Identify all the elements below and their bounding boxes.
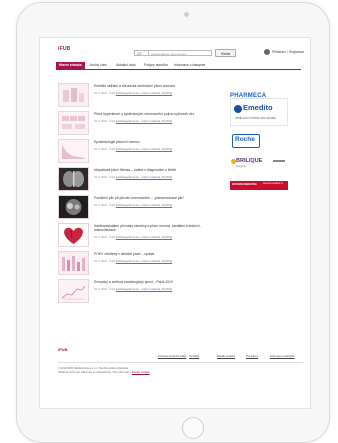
brilique-ad[interactable]: BRILIQUE ticagrelor [230, 156, 288, 178]
home-button[interactable] [182, 417, 204, 439]
list-item[interactable]: Epidemiologie plicních nemocí 26. 5. 201… [58, 139, 208, 167]
article-thumbnail[interactable] [58, 139, 89, 163]
article-thumbnail[interactable] [58, 167, 89, 191]
astrazeneca-mark-icon [273, 160, 285, 162]
site-logo[interactable]: iFUB [58, 46, 70, 52]
footer-link-contacts[interactable]: Kontakty [189, 355, 199, 358]
tab-author-guidelines[interactable]: Pokyny autorům [144, 62, 168, 69]
article-thumbnail[interactable] [58, 111, 89, 135]
footer-link-journal-info[interactable]: Informace o časopise [270, 355, 295, 358]
article-meta: 26. 5. 2019 · Číslo Kardiologická revue … [94, 236, 173, 239]
tab-current-issue[interactable]: Aktuální číslo [116, 62, 136, 69]
interni-medicina-banner[interactable]: INTERNÍ MEDICÍNA www.iim-medicin.cz [230, 181, 288, 190]
article-thumbnail[interactable] [58, 83, 89, 107]
article-meta: 26. 5. 2019 · Číslo Kardiologická revue … [94, 120, 173, 123]
footer-link-authors[interactable]: Pro autory [246, 355, 258, 358]
footer-cookie-link[interactable]: Zásady cookies [132, 371, 150, 374]
footer-divider [58, 362, 303, 363]
list-item[interactable]: Idiopatická plicní fibróza – úvaha o dia… [58, 167, 208, 195]
article-thumbnail[interactable] [58, 251, 89, 275]
main-nav: Hlavní stránka Archiv čísel Aktuální čís… [56, 61, 301, 70]
browser-screen: iFUB CZ Hledat článek nebo autora Hledat… [39, 37, 311, 409]
article-title[interactable]: Idiopatická plicní fibróza – úvaha o dia… [94, 168, 206, 172]
site-footer: iFUB Ochrana osobních údajů Kontakty Zás… [40, 341, 310, 408]
emedito-logo-icon [234, 105, 242, 113]
article-thumbnail[interactable] [58, 223, 89, 247]
tab-archive[interactable]: Archiv čísel [90, 62, 107, 69]
pharmeca-ad[interactable]: PHARMECA [230, 84, 288, 99]
tab-journal-info[interactable]: Informace o časopise [174, 62, 205, 69]
search-button[interactable]: Hledat [215, 49, 236, 57]
footer-logo[interactable]: iFUB [58, 347, 67, 352]
article-thumbnail[interactable] [58, 279, 89, 303]
article-title[interactable]: Evropský a světový kardiologický sjezd –… [94, 280, 206, 284]
tab-home[interactable]: Hlavní stránka [56, 62, 85, 69]
article-meta: 26. 5. 2019 · Číslo Kardiologická revue … [94, 288, 173, 291]
roche-ad[interactable]: Roche [230, 132, 288, 152]
list-item[interactable]: POKV ošetřeny v klinické praxi – zpráva … [58, 251, 208, 279]
list-item[interactable]: Erektilní selhání a chronická obstrukční… [58, 83, 208, 111]
article-title[interactable]: Plicní hypertenze u systémových onemocně… [94, 112, 206, 116]
article-meta: 26. 5. 2019 · Číslo Kardiologická revue … [94, 176, 173, 179]
article-meta: 26. 5. 2019 · Číslo Kardiologická revue … [94, 204, 173, 207]
article-meta: 26. 5. 2019 · Číslo Kardiologická revue … [94, 260, 173, 263]
list-item[interactable]: Postižení plic při plicním onemocnění – … [58, 195, 208, 223]
article-meta: 26. 5. 2019 · Číslo Kardiologická revue … [94, 92, 173, 95]
article-title[interactable]: Postižení plic při plicním onemocnění – … [94, 196, 206, 200]
footer-link-cookies[interactable]: Zásady cookies [217, 355, 235, 358]
article-title[interactable]: Epidemiologie plicních nemocí [94, 140, 206, 144]
user-icon [264, 49, 270, 55]
camera-dot [184, 12, 189, 17]
list-item[interactable]: Kardiovaskulární příznaky rakoviny a pli… [58, 223, 208, 251]
article-meta: 26. 5. 2019 · Číslo Kardiologická revue … [94, 148, 173, 151]
site-header: iFUB CZ Hledat článek nebo autora Hledat… [40, 38, 310, 60]
footer-links: Ochrana osobních údajů Kontakty Zásady c… [158, 355, 304, 360]
list-item[interactable]: Evropský a světový kardiologický sjezd –… [58, 279, 208, 307]
footer-link-privacy[interactable]: Ochrana osobních údajů [158, 355, 186, 358]
article-title[interactable]: Erektilní selhání a chronická obstrukční… [94, 84, 206, 88]
login-register-link[interactable]: Přihlášení / Registrace [272, 50, 304, 54]
article-title[interactable]: POKV ošetřeny v klinické praxi – zpráva [94, 252, 206, 256]
article-thumbnail[interactable] [58, 195, 89, 219]
list-item[interactable]: Plicní hypertenze u systémových onemocně… [58, 111, 208, 139]
search-input[interactable]: Hledat článek nebo autora [148, 50, 212, 56]
article-title[interactable]: Kardiovaskulární příznaky rakoviny a pli… [94, 224, 206, 232]
emedito-ad[interactable]: Emedito VZDĚLÁVACÍ PORTÁL PRO LÉKAŘE [230, 98, 288, 126]
footer-copyright: © 2019 iFUB, Medical Group s.r.o. Všechn… [58, 367, 150, 374]
